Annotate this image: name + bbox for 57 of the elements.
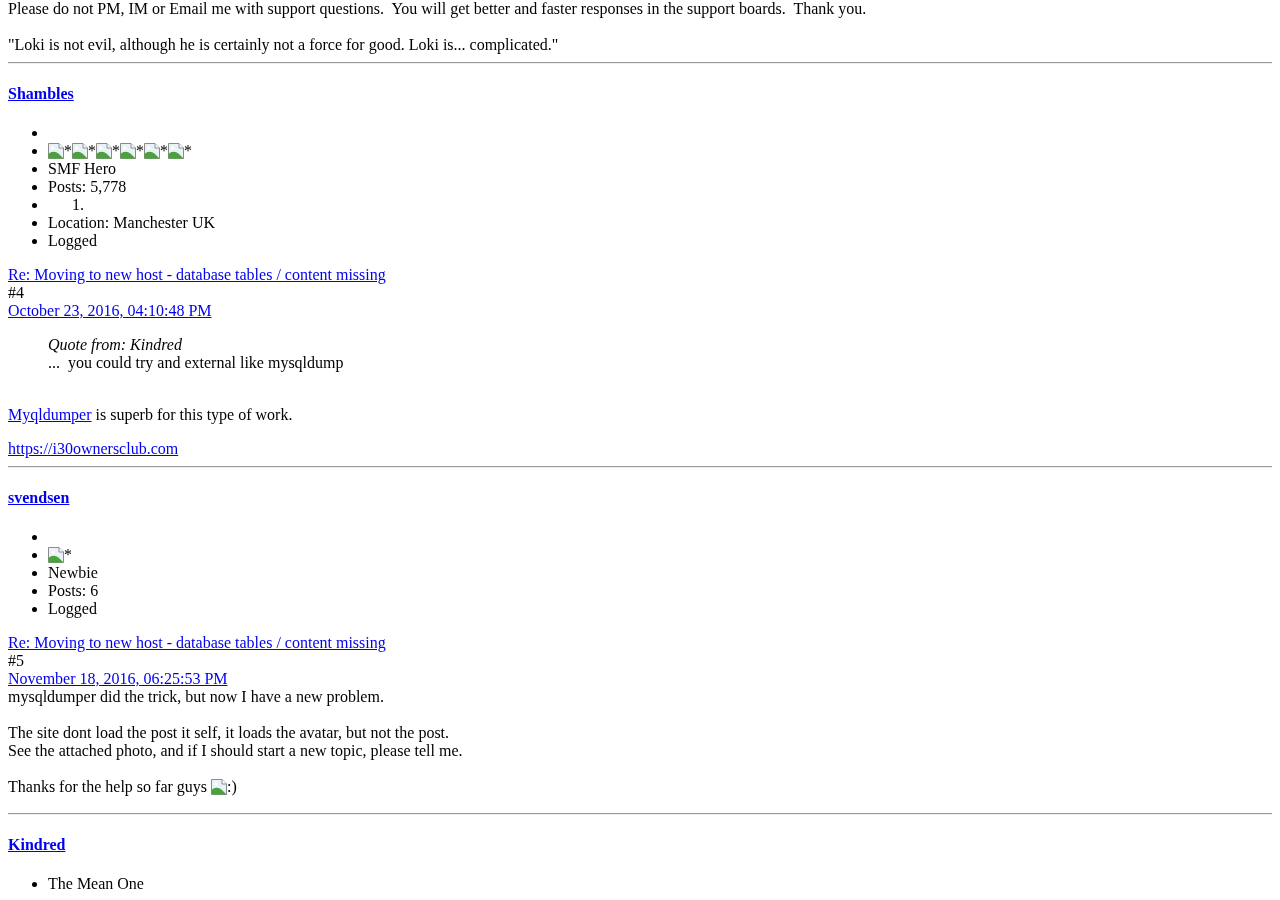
- link[interactable]: Myqldumper: [8, 406, 92, 423]
- post-text: Thanks for the help so far guys: [8, 778, 208, 796]
- bullet-icon: [32, 606, 37, 612]
- broken-image-icon: [48, 143, 64, 159]
- post-title-link[interactable]: Re: Moving to new host - database tables / content missing: [8, 634, 386, 651]
- broken-image-icon: [120, 143, 136, 159]
- signature-link[interactable]: https://i30ownersclub.com: [8, 440, 179, 457]
- bullet-icon: [32, 570, 37, 576]
- alt-text: :): [227, 778, 237, 796]
- post-text: mysqldumper did the trick, but now I have a new problem.: [8, 688, 384, 706]
- broken-image-icon: [72, 143, 88, 159]
- post-date-link[interactable]: October 23, 2016, 04:10:48 PM: [8, 302, 212, 319]
- status-text: Logged: [48, 232, 97, 250]
- bullet-icon: [32, 881, 37, 887]
- bullet-icon: [32, 148, 37, 154]
- post-number-text: #5: [8, 652, 24, 669]
- post-count-text: Posts: 6: [48, 582, 99, 600]
- member-rank-text: The Mean One: [48, 875, 144, 893]
- alt-text: *: [160, 142, 168, 160]
- post-count-text: Posts: 5,778: [48, 178, 127, 196]
- bullet-icon: [32, 202, 37, 208]
- signature-text: "Loki is not evil, although he is certainly not a force for good. Loki is... complicated.": [8, 36, 559, 53]
- broken-image-icon: [96, 143, 112, 159]
- signature-text: Please do not PM, IM or Email me with support questions. You will get better and faster responses in the support boards. Thank you.: [8, 0, 867, 17]
- alt-text: *: [112, 142, 120, 160]
- member-rank-text: Newbie: [48, 564, 98, 582]
- bullet-icon: [32, 238, 37, 244]
- author-name-link[interactable]: svendsen: [8, 489, 70, 506]
- alt-text: *: [64, 546, 72, 564]
- author-name-link[interactable]: Shambles: [8, 85, 74, 102]
- bullet-icon: [32, 130, 37, 136]
- bullet-icon: [32, 220, 37, 226]
- broken-image-icon: [144, 143, 160, 159]
- quote-header-text: Quote from: Kindred: [48, 336, 182, 353]
- alt-text: *: [64, 142, 72, 160]
- post-text: The site dont load the post it self, it loads the avatar, but not the post. See the attached photo, and if I should start a new topic, please tell me.: [8, 724, 463, 760]
- list-number: 1.: [72, 196, 84, 214]
- post-title-link[interactable]: Re: Moving to new host - database tables / content missing: [8, 266, 386, 283]
- member-rank-text: SMF Hero: [48, 160, 116, 178]
- status-text: Logged: [48, 600, 97, 618]
- quote-text: ... you could try and external like mysqldump: [48, 354, 344, 371]
- post-text: Myqldumper is superb for this type of work.: [8, 406, 293, 424]
- alt-text: *: [136, 142, 144, 160]
- post-date-link[interactable]: November 18, 2016, 06:25:53 PM: [8, 670, 228, 687]
- bullet-icon: [32, 534, 37, 540]
- location-text: Location: Manchester UK: [48, 214, 216, 232]
- alt-text: *: [184, 142, 192, 160]
- alt-text: *: [88, 142, 96, 160]
- bullet-icon: [32, 552, 37, 558]
- broken-image-icon: [211, 779, 228, 795]
- broken-image-icon: [168, 143, 184, 159]
- bullet-icon: [32, 184, 37, 190]
- post-number-text: #4: [8, 284, 24, 301]
- broken-image-icon: [48, 547, 64, 563]
- bullet-icon: [32, 588, 37, 594]
- author-name-link[interactable]: Kindred: [8, 836, 66, 853]
- bullet-icon: [32, 166, 37, 172]
